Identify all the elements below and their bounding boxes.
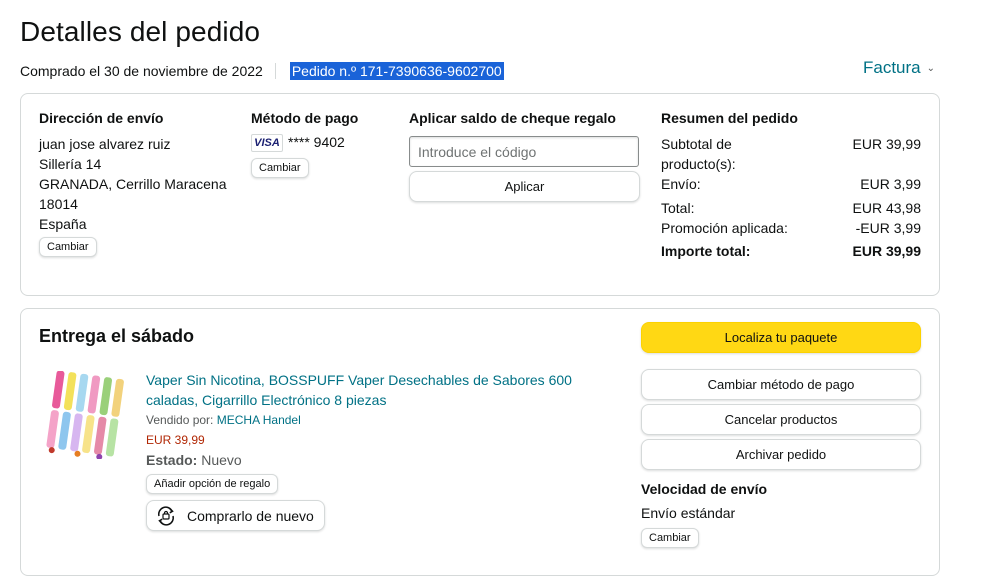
summary-value: -EUR 3,99 — [855, 220, 921, 236]
product-title-link[interactable]: Vaper Sin Nicotina, BOSSPUFF Vaper Desec… — [146, 370, 586, 410]
summary-total-row: Importe total: EUR 39,99 — [661, 241, 921, 261]
summary-value: EUR 43,98 — [852, 200, 921, 216]
summary-label: Subtotal de producto(s): — [661, 136, 736, 172]
address-line: GRANADA, Cerrillo Maracena — [39, 176, 227, 192]
buy-again-button[interactable]: Comprarlo de nuevo — [146, 500, 325, 531]
seller-info: Vendido por: MECHA Handel — [146, 413, 301, 427]
summary-row: Total: EUR 43,98 — [661, 198, 921, 218]
purchase-date: Comprado el 30 de noviembre de 2022 — [20, 63, 263, 79]
address-line: 18014 — [39, 196, 78, 212]
summary-row: Subtotal de producto(s): EUR 39,99 — [661, 134, 921, 174]
summary-label: Promoción aplicada: — [661, 220, 788, 236]
shipping-address-heading: Dirección de envío — [39, 110, 164, 126]
divider — [274, 63, 276, 79]
shipment-card: Entrega el sábado Vaper Sin Nicotina, BO… — [20, 308, 940, 576]
delivery-title: Entrega el sábado — [39, 326, 195, 346]
total-label: Importe total: — [661, 243, 751, 259]
visa-card-icon: VISA — [251, 134, 283, 152]
summary-row: Promoción aplicada: -EUR 3,99 — [661, 218, 921, 238]
address-line: Sillería 14 — [39, 156, 102, 172]
shipping-speed-heading: Velocidad de envío — [641, 481, 768, 497]
total-value: EUR 39,99 — [852, 243, 921, 259]
product-image[interactable] — [43, 371, 135, 459]
seller-link[interactable]: MECHA Handel — [217, 413, 301, 427]
summary-value: EUR 3,99 — [860, 176, 921, 192]
apply-gift-button[interactable]: Aplicar — [409, 171, 640, 202]
track-package-button[interactable]: Localiza tu paquete — [641, 322, 921, 353]
summary-value: EUR 39,99 — [852, 136, 921, 152]
shipping-speed-value: Envío estándar — [641, 505, 736, 521]
summary-row: Envío: EUR 3,99 — [661, 174, 921, 194]
summary-label: Total: — [661, 200, 695, 216]
cancel-items-button[interactable]: Cancelar productos — [641, 404, 921, 435]
add-gift-option-button[interactable]: Añadir opción de regalo — [146, 474, 279, 494]
change-shipping-speed-button[interactable]: Cambiar — [641, 528, 699, 548]
card-digits: **** 9402 — [288, 134, 345, 150]
gift-code-input[interactable] — [409, 136, 639, 167]
invoice-label: Factura — [863, 58, 921, 77]
change-payment-method-button[interactable]: Cambiar método de pago — [641, 369, 921, 400]
page-title: Detalles del pedido — [20, 16, 261, 47]
gift-card-heading: Aplicar saldo de cheque regalo — [409, 110, 616, 126]
chevron-down-icon: ⌄ — [926, 62, 936, 74]
order-summary-heading: Resumen del pedido — [661, 110, 798, 126]
change-payment-button[interactable]: Cambiar — [251, 158, 309, 178]
shipping-address: juan jose alvarez ruiz Sillería 14 GRANA… — [39, 134, 227, 234]
order-number[interactable]: Pedido n.º 171-7390636-9602700 — [289, 62, 504, 80]
status-label: Estado: — [146, 452, 198, 468]
summary-label: Envío: — [661, 176, 701, 192]
buy-again-icon — [158, 505, 174, 526]
order-subheader: Comprado el 30 de noviembre de 2022 Pedi… — [20, 62, 504, 80]
address-line: España — [39, 216, 87, 232]
order-info-card: Dirección de envío juan jose alvarez rui… — [20, 93, 940, 296]
buy-again-label: Comprarlo de nuevo — [187, 507, 314, 524]
archive-order-button[interactable]: Archivar pedido — [641, 439, 921, 470]
change-address-button[interactable]: Cambiar — [39, 237, 97, 257]
product-price: EUR 39,99 — [146, 433, 205, 447]
sold-by-label: Vendido por: — [146, 413, 214, 427]
payment-method-heading: Método de pago — [251, 110, 359, 126]
invoice-dropdown[interactable]: Factura ⌄ — [863, 58, 935, 78]
product-status: Estado: Nuevo — [146, 452, 242, 468]
order-summary: Subtotal de producto(s): EUR 39,99 Envío… — [661, 134, 921, 261]
address-line: juan jose alvarez ruiz — [39, 136, 171, 152]
status-value: Nuevo — [201, 452, 242, 468]
